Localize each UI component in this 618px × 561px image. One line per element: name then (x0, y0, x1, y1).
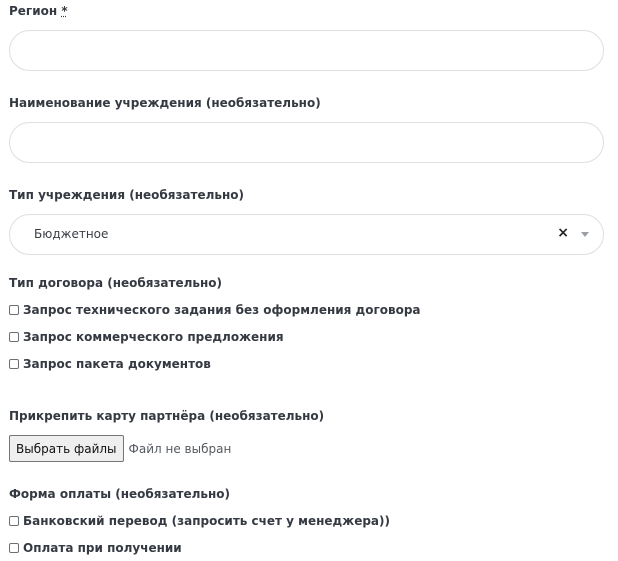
checkbox[interactable] (9, 516, 19, 526)
choose-files-button[interactable]: Выбрать файлы (9, 435, 124, 462)
checkbox[interactable] (9, 305, 19, 315)
payment-option-cod[interactable]: Оплата при получении (9, 541, 182, 555)
checkbox[interactable] (9, 359, 19, 369)
clear-selection-icon[interactable]: × (557, 226, 569, 240)
institution-name-field[interactable] (9, 122, 604, 163)
institution-type-select[interactable]: Бюджетное × (9, 214, 604, 255)
contract-option-docs[interactable]: Запрос пакета документов (9, 357, 211, 371)
institution-type-label: Тип учреждения (необязательно) (9, 188, 245, 202)
contract-option-docs-label: Запрос пакета документов (23, 357, 211, 371)
payment-option-cod-label: Оплата при получении (23, 541, 182, 555)
payment-option-transfer-label: Банковский перевод (запросить счет у мен… (23, 514, 390, 528)
region-field[interactable] (9, 30, 604, 71)
institution-type-selected: Бюджетное (34, 227, 109, 241)
partner-card-label: Прикрепить карту партнёра (необязательно… (9, 409, 325, 423)
contract-option-tz-label: Запрос технического задания без оформлен… (23, 303, 421, 317)
contract-option-offer[interactable]: Запрос коммерческого предложения (9, 330, 284, 344)
contract-option-offer-label: Запрос коммерческого предложения (23, 330, 284, 344)
region-label: Регион * (9, 4, 68, 18)
institution-name-label: Наименование учреждения (необязательно) (9, 96, 321, 110)
chevron-down-icon[interactable] (581, 232, 589, 237)
contract-option-tz[interactable]: Запрос технического задания без оформлен… (9, 303, 421, 317)
contract-type-label: Тип договора (необязательно) (9, 276, 223, 290)
region-label-text: Регион (9, 4, 58, 18)
file-status: Файл не выбран (128, 441, 232, 456)
payment-label: Форма оплаты (необязательно) (9, 487, 231, 501)
checkbox[interactable] (9, 543, 19, 553)
required-mark: * (61, 4, 68, 18)
checkbox[interactable] (9, 332, 19, 342)
payment-option-transfer[interactable]: Банковский перевод (запросить счет у мен… (9, 514, 390, 528)
file-upload: Выбрать файлы Файл не выбран (9, 435, 231, 462)
